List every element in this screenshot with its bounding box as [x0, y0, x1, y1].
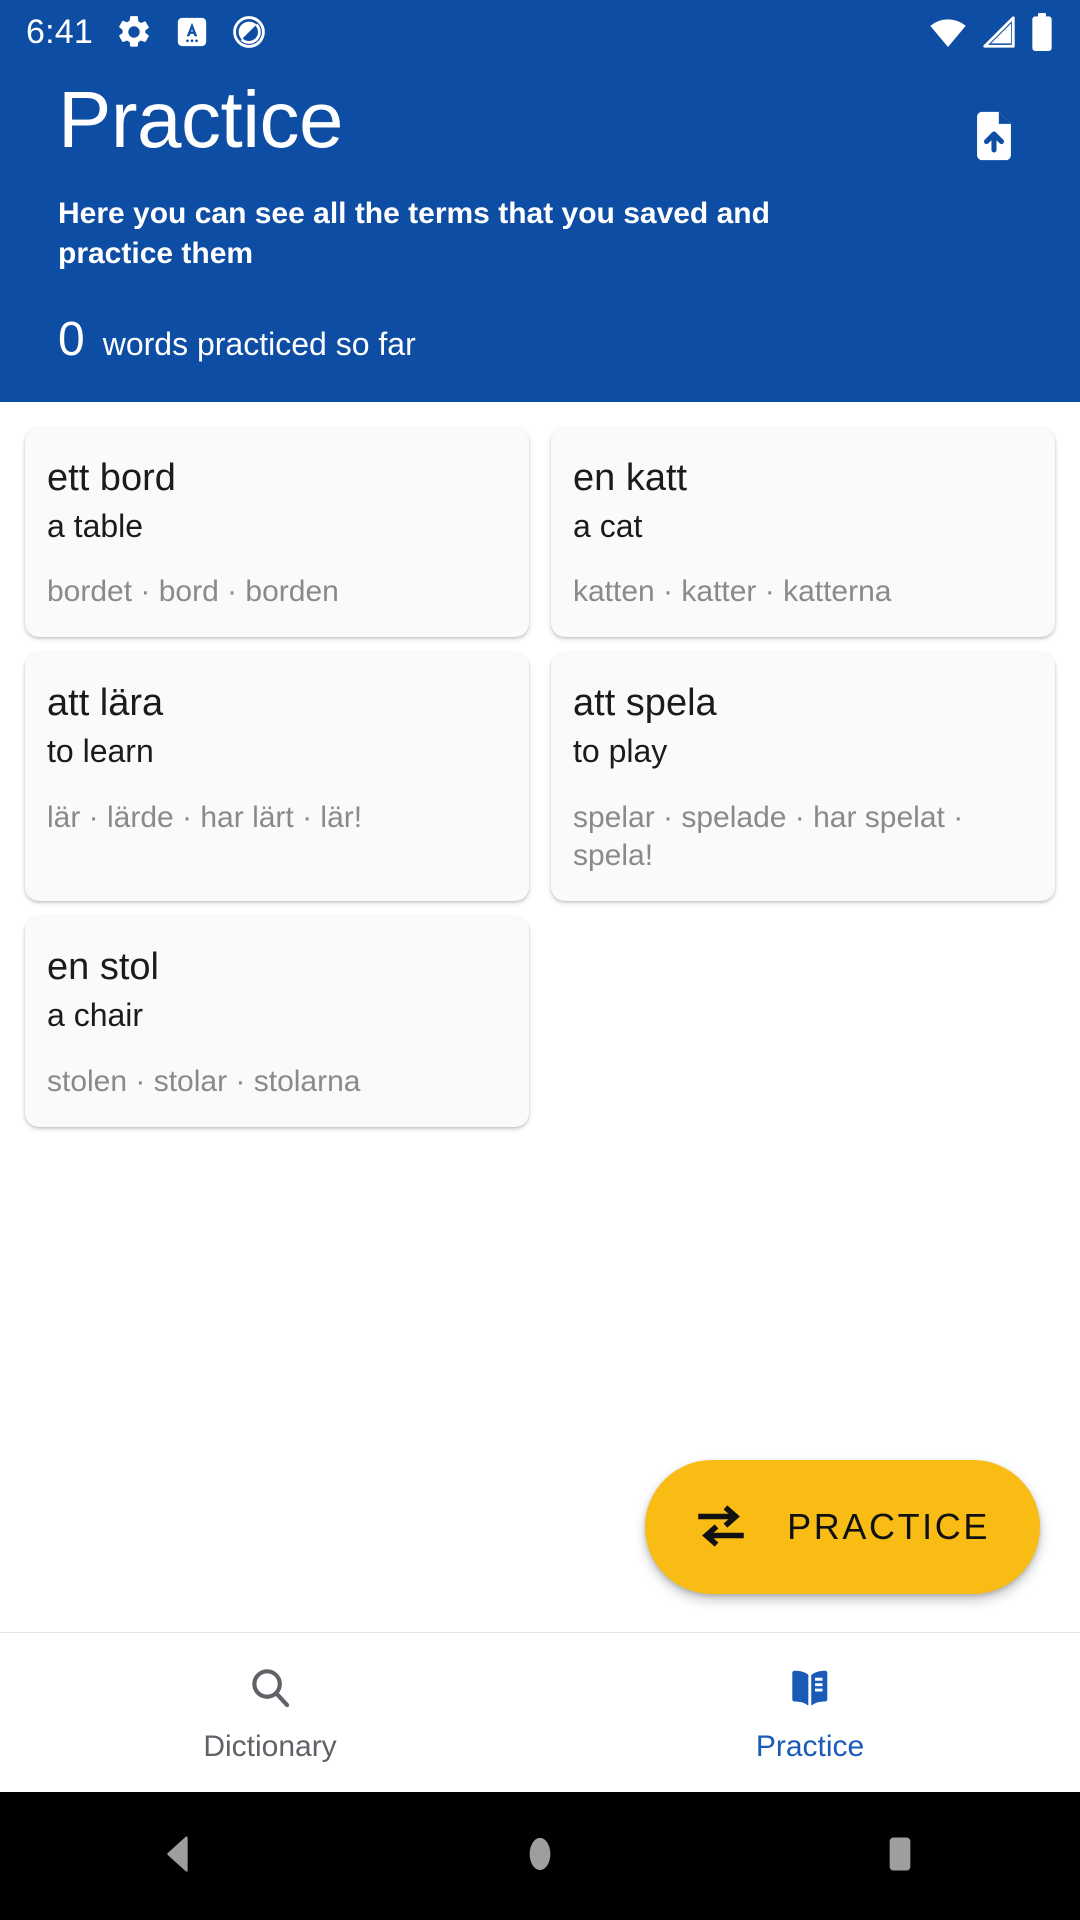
- status-clock: 6:41: [26, 12, 93, 51]
- term-card[interactable]: att spela to play spelar · spelade · har s…: [551, 653, 1055, 902]
- open-book-icon: [785, 1663, 835, 1718]
- term-translation: a cat: [573, 507, 643, 544]
- term-translation: to learn: [47, 733, 154, 770]
- page-title: Practice: [58, 75, 343, 164]
- terms-card-grid: ett bord a table bordet · bord · borden en …: [0, 402, 1080, 1135]
- cellular-signal-icon: [980, 13, 1018, 51]
- screen-record-icon: [231, 14, 267, 50]
- term-inflected-forms: lär · lärde · har lärt · lär!: [47, 800, 363, 834]
- term-word: en stol: [47, 946, 159, 989]
- nav-label-dictionary: Dictionary: [203, 1730, 337, 1763]
- term-card[interactable]: en stol a chair stolen · stolar · stolarna: [25, 917, 529, 1127]
- practiced-count-label: words practiced so far: [102, 325, 416, 362]
- android-system-navigation: [0, 1792, 1080, 1920]
- system-recents-button[interactable]: [720, 1792, 1080, 1920]
- term-translation: a chair: [47, 997, 144, 1034]
- system-home-button[interactable]: [360, 1792, 720, 1920]
- term-card-cell: en stol a chair stolen · stolar · stolarna: [14, 909, 540, 1135]
- status-bar-right: [928, 12, 1054, 52]
- term-inflected-forms: spelar · spelade · har spelat · spela!: [573, 800, 964, 872]
- term-card[interactable]: att lära to learn lär · lärde · har lärt ·…: [25, 653, 529, 902]
- app-screen: 6:41 Practice Here you can see all the t…: [0, 0, 1080, 1920]
- system-back-button[interactable]: [0, 1792, 360, 1920]
- header-top-row: Practice: [58, 78, 1040, 170]
- battery-icon: [1030, 12, 1054, 52]
- page-subtitle: Here you can see all the terms that you …: [58, 197, 770, 270]
- term-translation: a table: [47, 507, 144, 544]
- term-card-cell: att lära to learn lär · lärde · har lärt ·…: [14, 645, 540, 909]
- term-inflected-forms: stolen · stolar · stolarna: [47, 1064, 361, 1098]
- repeat-swap-icon: [691, 1496, 751, 1559]
- term-translation: to play: [573, 733, 668, 770]
- bottom-navigation: Dictionary Practice: [0, 1632, 1080, 1792]
- settings-gear-icon: [115, 13, 153, 51]
- recents-square-icon: [877, 1831, 923, 1882]
- term-word: en katt: [573, 456, 688, 499]
- export-terms-button[interactable]: [962, 106, 1026, 170]
- page-header: Practice Here you can see all the terms …: [0, 64, 1080, 402]
- practice-button[interactable]: PRACTICE: [645, 1460, 1040, 1594]
- term-word: ett bord: [47, 456, 176, 499]
- search-icon: [245, 1663, 295, 1718]
- status-bar-left: 6:41: [26, 13, 267, 52]
- term-inflected-forms: katten · katter · katterna: [573, 575, 892, 608]
- android-auto-icon: [175, 15, 209, 49]
- practice-button-label: PRACTICE: [787, 1506, 990, 1547]
- practiced-words-counter: 0 words practiced so far: [58, 312, 1040, 366]
- practiced-count-value: 0: [58, 312, 85, 366]
- nav-item-dictionary[interactable]: Dictionary: [0, 1633, 540, 1792]
- term-card-cell: en katt a cat katten · katter · katterna: [540, 420, 1066, 646]
- back-triangle-icon: [157, 1831, 203, 1882]
- file-upload-icon: [965, 107, 1023, 170]
- nav-item-practice[interactable]: Practice: [540, 1633, 1080, 1792]
- term-word: att spela: [573, 682, 717, 725]
- nav-label-practice: Practice: [755, 1730, 865, 1763]
- term-card-cell: att spela to play spelar · spelade · har s…: [540, 645, 1066, 909]
- term-card-cell: ett bord a table bordet · bord · borden: [14, 420, 540, 646]
- term-word: att lära: [47, 682, 164, 725]
- status-bar: 6:41: [0, 0, 1080, 64]
- terms-content-area: ett bord a table bordet · bord · borden en …: [0, 401, 1080, 1632]
- wifi-icon: [928, 12, 968, 52]
- home-circle-icon: [517, 1831, 563, 1882]
- term-inflected-forms: bordet · bord · borden: [47, 575, 339, 608]
- term-card[interactable]: en katt a cat katten · katter · katterna: [551, 427, 1055, 638]
- term-card[interactable]: ett bord a table bordet · bord · borden: [25, 427, 529, 638]
